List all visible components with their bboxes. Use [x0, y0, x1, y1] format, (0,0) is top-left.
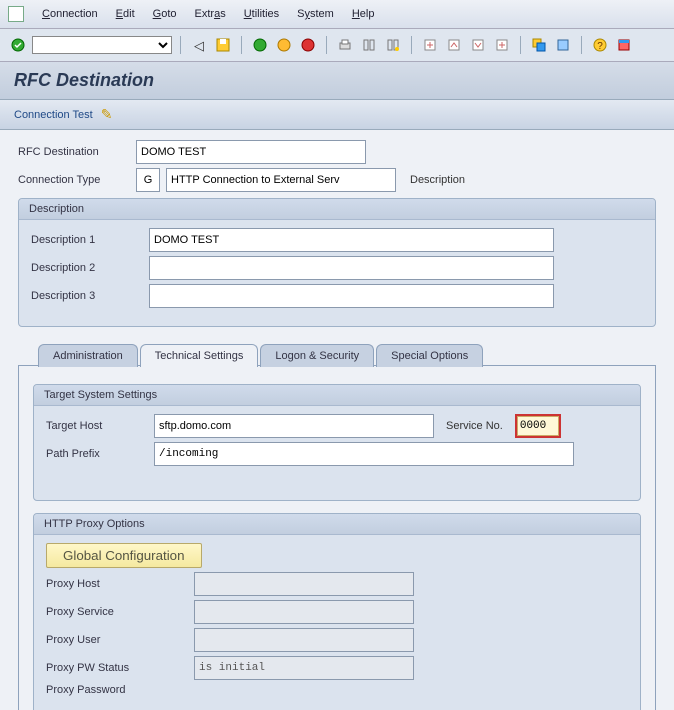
rfc-destination-input[interactable]: [136, 140, 366, 164]
http-proxy-title: HTTP Proxy Options: [34, 514, 640, 535]
last-page-icon[interactable]: [492, 35, 512, 55]
target-host-label: Target Host: [46, 420, 154, 432]
proxy-user-label: Proxy User: [46, 634, 194, 646]
proxy-password-label: Proxy Password: [46, 684, 194, 696]
page-title: RFC Destination: [14, 70, 660, 91]
connection-test-link[interactable]: Connection Test: [14, 109, 93, 121]
description1-label: Description 1: [31, 234, 149, 246]
nav-back-icon[interactable]: [250, 35, 270, 55]
description1-input[interactable]: [149, 228, 554, 252]
sub-toolbar: Connection Test ✎: [0, 100, 674, 130]
tab-container: Administration Technical Settings Logon …: [18, 343, 656, 710]
connection-type-code-input[interactable]: [136, 168, 160, 192]
tab-technical-settings[interactable]: Technical Settings: [140, 344, 259, 367]
description2-input[interactable]: [149, 256, 554, 280]
command-field[interactable]: [32, 36, 172, 54]
description-label: Description: [410, 174, 465, 186]
enter-icon[interactable]: [8, 35, 28, 55]
nav-exit-icon[interactable]: [274, 35, 294, 55]
menu-connection[interactable]: Connection: [42, 8, 98, 20]
content-area: RFC Destination Connection Type Descript…: [0, 130, 674, 710]
shortcut-icon[interactable]: [553, 35, 573, 55]
service-no-input[interactable]: [517, 416, 559, 436]
next-page-icon[interactable]: [468, 35, 488, 55]
description-group: Description Description 1 Description 2 …: [18, 198, 656, 327]
print-icon[interactable]: [335, 35, 355, 55]
prev-page-icon[interactable]: [444, 35, 464, 55]
target-system-group: Target System Settings Target Host Servi…: [33, 384, 641, 501]
menu-utilities[interactable]: Utilities: [244, 8, 279, 20]
http-proxy-group: HTTP Proxy Options Global Configuration …: [33, 513, 641, 710]
connection-type-label: Connection Type: [18, 174, 136, 186]
menu-extras[interactable]: Extras: [195, 8, 226, 20]
proxy-pw-status-input: [194, 656, 414, 680]
tab-special-options[interactable]: Special Options: [376, 344, 483, 367]
wizard-icon[interactable]: ✎: [101, 106, 113, 123]
tab-panel-technical: Target System Settings Target Host Servi…: [18, 365, 656, 710]
proxy-host-input: [194, 572, 414, 596]
target-host-input[interactable]: [154, 414, 434, 438]
description-group-title: Description: [19, 199, 655, 220]
proxy-user-input: [194, 628, 414, 652]
proxy-service-label: Proxy Service: [46, 606, 194, 618]
path-prefix-input[interactable]: [154, 442, 574, 466]
app-icon[interactable]: [8, 6, 24, 22]
save-icon[interactable]: [213, 35, 233, 55]
menu-bar: Connection Edit Goto Extras Utilities Sy…: [0, 0, 674, 29]
nav-cancel-icon[interactable]: [298, 35, 318, 55]
find-icon[interactable]: [359, 35, 379, 55]
new-session-icon[interactable]: [529, 35, 549, 55]
menu-edit[interactable]: Edit: [116, 8, 135, 20]
application-toolbar: ◁ ?: [0, 29, 674, 62]
find-next-icon[interactable]: [383, 35, 403, 55]
path-prefix-label: Path Prefix: [46, 448, 154, 460]
description3-label: Description 3: [31, 290, 149, 302]
rfc-destination-label: RFC Destination: [18, 146, 136, 158]
proxy-host-label: Proxy Host: [46, 578, 194, 590]
description2-label: Description 2: [31, 262, 149, 274]
menu-help[interactable]: Help: [352, 8, 375, 20]
service-no-label: Service No.: [446, 420, 503, 432]
back-icon[interactable]: ◁: [189, 35, 209, 55]
target-system-title: Target System Settings: [34, 385, 640, 406]
title-bar: RFC Destination: [0, 62, 674, 100]
help-icon[interactable]: ?: [590, 35, 610, 55]
connection-type-text-input[interactable]: [166, 168, 396, 192]
tab-administration[interactable]: Administration: [38, 344, 138, 367]
proxy-service-input: [194, 600, 414, 624]
menu-goto[interactable]: Goto: [153, 8, 177, 20]
first-page-icon[interactable]: [420, 35, 440, 55]
service-no-required-frame: [515, 414, 561, 438]
global-configuration-button[interactable]: Global Configuration: [46, 543, 202, 568]
layout-icon[interactable]: [614, 35, 634, 55]
description3-input[interactable]: [149, 284, 554, 308]
svg-text:?: ?: [597, 41, 603, 52]
menu-system[interactable]: System: [297, 8, 334, 20]
proxy-pw-status-label: Proxy PW Status: [46, 662, 194, 674]
tab-logon-security[interactable]: Logon & Security: [260, 344, 374, 367]
